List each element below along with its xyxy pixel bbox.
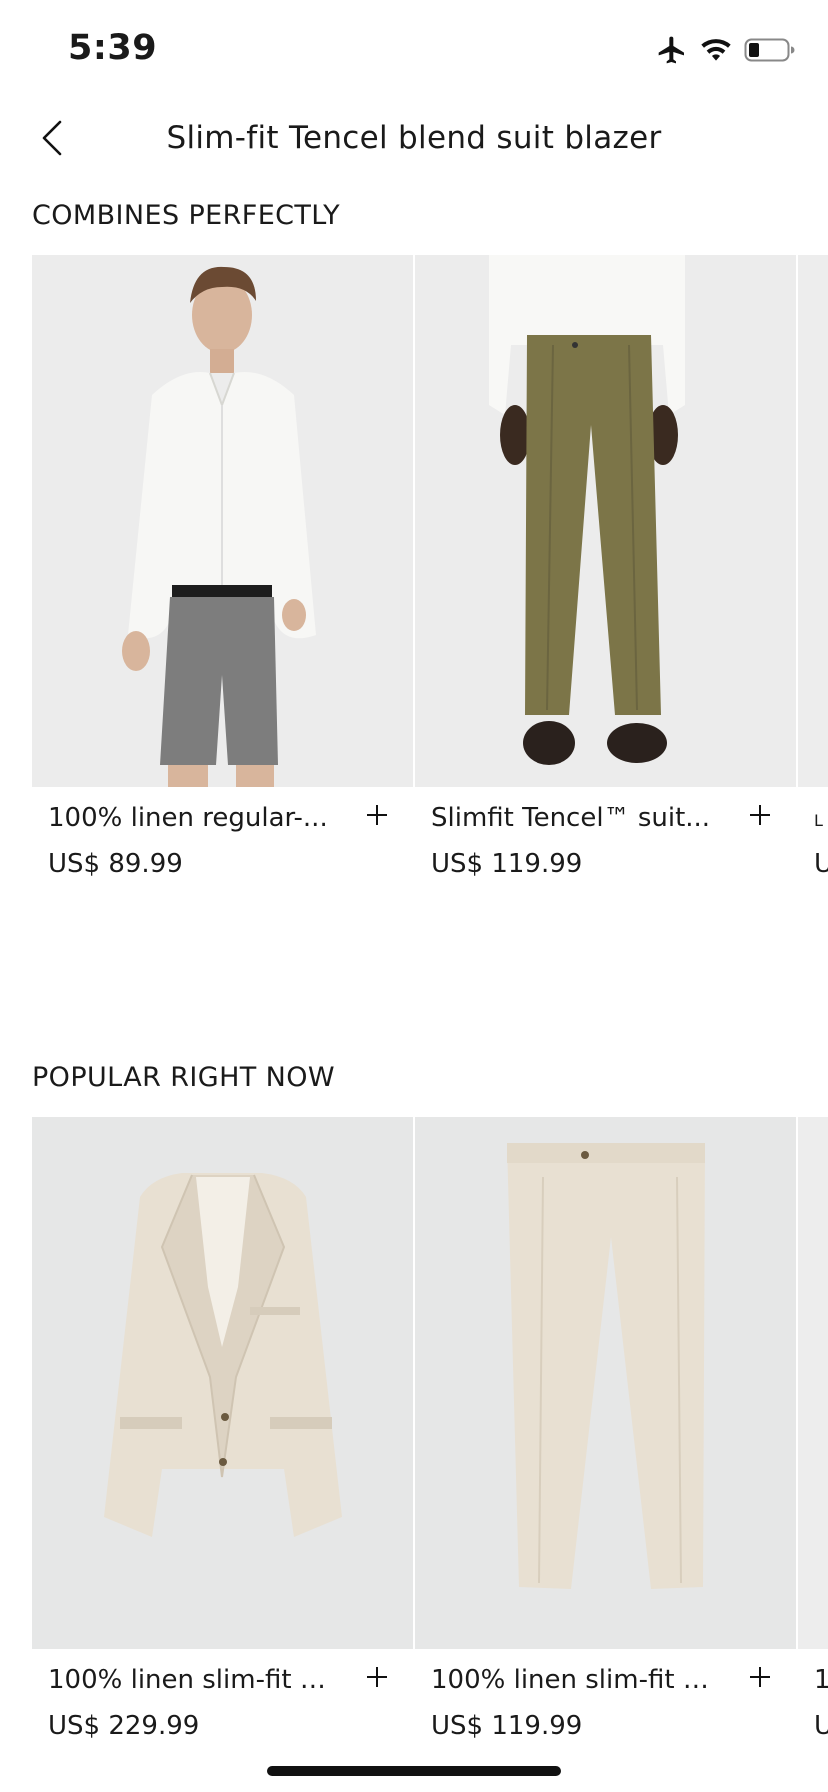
product-card[interactable]: 100% linen slim-fit s... US$ 119.99 xyxy=(415,1117,796,1789)
product-card[interactable]: L U xyxy=(798,255,828,927)
section-title-popular: POPULAR RIGHT NOW xyxy=(32,1062,336,1093)
product-image[interactable] xyxy=(32,255,413,787)
product-info: L U xyxy=(798,787,828,927)
product-image[interactable] xyxy=(798,255,828,787)
product-price: US$ 119.99 xyxy=(431,849,583,879)
popular-carousel[interactable]: 100% linen slim-fit s... US$ 229.99 100%… xyxy=(32,1117,828,1792)
product-image[interactable] xyxy=(415,255,796,787)
product-image[interactable] xyxy=(415,1117,796,1649)
add-to-bag-button[interactable] xyxy=(359,1661,395,1697)
status-icons xyxy=(656,34,796,66)
status-time: 5:39 xyxy=(68,28,158,68)
page-title: Slim-fit Tencel blend suit blazer xyxy=(166,120,662,156)
product-name[interactable]: 100% linen regular-... xyxy=(48,803,328,833)
product-info: 1 U xyxy=(798,1649,828,1789)
home-indicator[interactable] xyxy=(267,1766,561,1776)
product-image[interactable] xyxy=(32,1117,413,1649)
product-card[interactable]: 100% linen slim-fit s... US$ 229.99 xyxy=(32,1117,413,1789)
plus-icon xyxy=(748,1665,772,1693)
product-price: US$ 229.99 xyxy=(48,1711,200,1741)
combines-carousel[interactable]: 100% linen regular-... US$ 89.99 Slimfit… xyxy=(32,255,828,935)
product-price: US$ 89.99 xyxy=(48,849,183,879)
product-card[interactable]: 1 U xyxy=(798,1117,828,1789)
product-info: 100% linen regular-... US$ 89.99 xyxy=(32,787,413,927)
plus-icon xyxy=(365,1665,389,1693)
product-image[interactable] xyxy=(798,1117,828,1649)
product-price: U xyxy=(814,1711,828,1741)
header: Slim-fit Tencel blend suit blazer xyxy=(0,110,828,170)
status-bar: 5:39 xyxy=(0,0,828,100)
add-to-bag-button[interactable] xyxy=(742,799,778,835)
plus-icon xyxy=(748,803,772,831)
airplane-icon xyxy=(656,34,688,66)
add-to-bag-button[interactable] xyxy=(742,1661,778,1697)
add-to-bag-button[interactable] xyxy=(359,799,395,835)
wifi-icon xyxy=(700,36,732,64)
product-info: Slimfit Tencel™ suit... US$ 119.99 xyxy=(415,787,796,927)
product-card[interactable]: 100% linen regular-... US$ 89.99 xyxy=(32,255,413,927)
product-price: US$ 119.99 xyxy=(431,1711,583,1741)
product-name[interactable]: 1 xyxy=(814,1665,828,1695)
battery-icon xyxy=(744,37,796,63)
product-name[interactable]: Slimfit Tencel™ suit... xyxy=(431,803,710,833)
product-name[interactable]: 100% linen slim-fit s... xyxy=(431,1665,721,1695)
product-card[interactable]: Slimfit Tencel™ suit... US$ 119.99 xyxy=(415,255,796,927)
plus-icon xyxy=(365,803,389,831)
product-name[interactable]: 100% linen slim-fit s... xyxy=(48,1665,338,1695)
product-price: U xyxy=(814,849,828,879)
product-name[interactable]: L xyxy=(814,811,823,830)
section-title-combines: COMBINES PERFECTLY xyxy=(32,200,341,231)
